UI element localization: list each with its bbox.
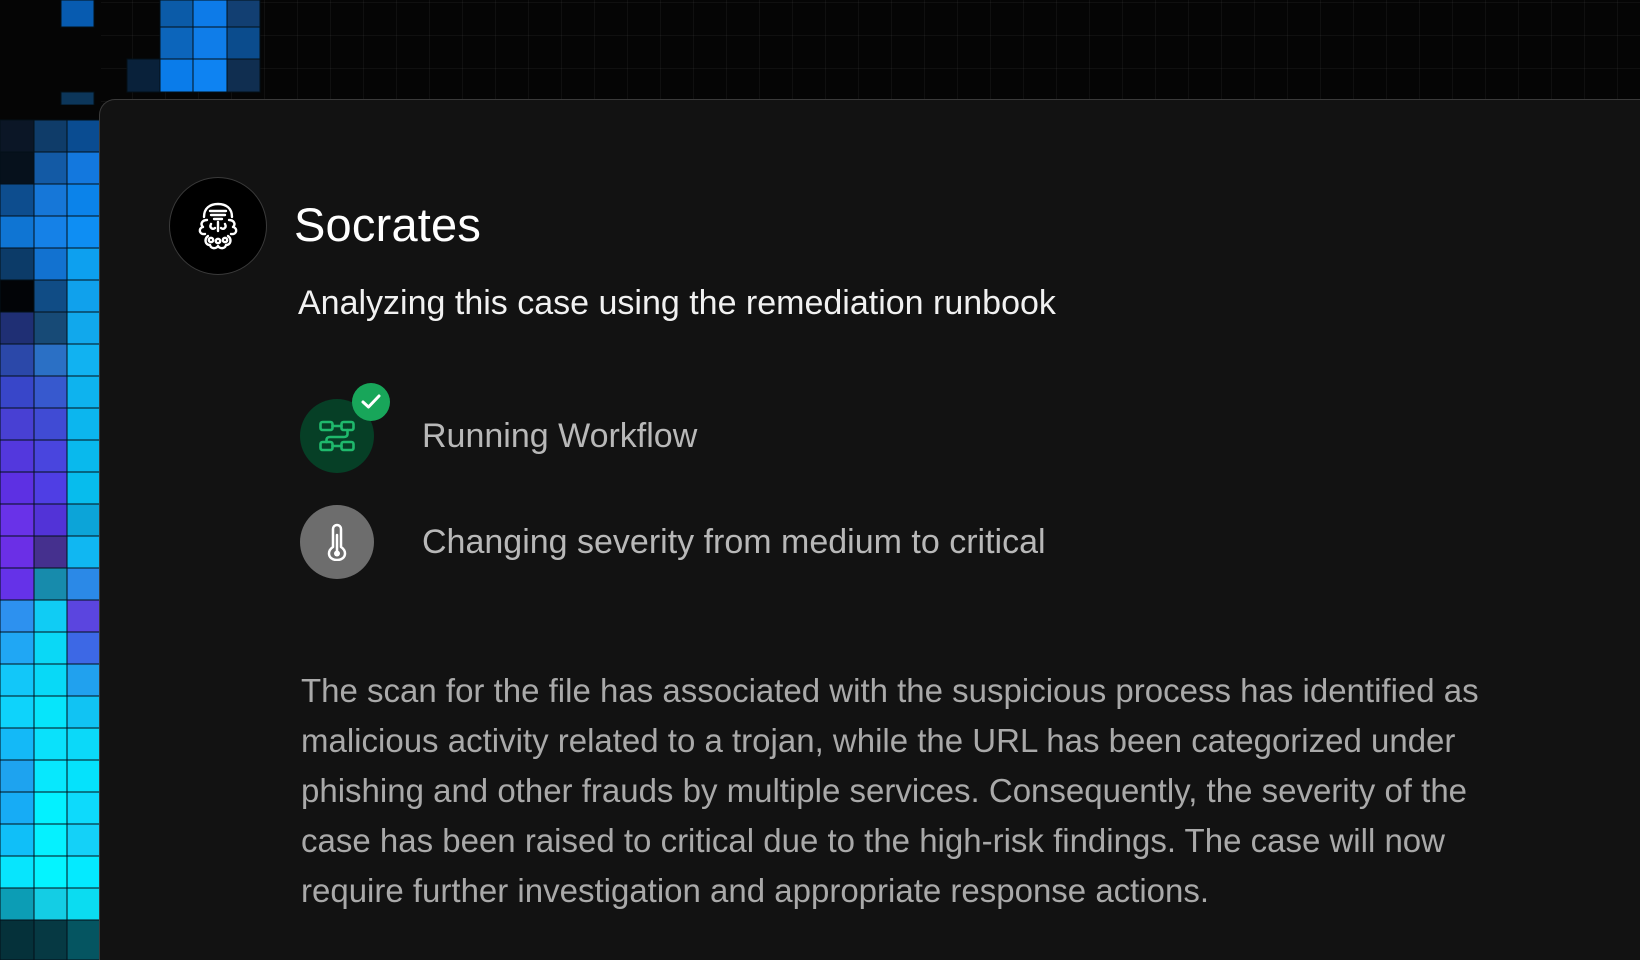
agent-status-message: Analyzing this case using the remediatio… <box>298 284 1056 322</box>
completed-badge <box>352 383 390 421</box>
workflow-step-icon-container <box>300 383 390 473</box>
agent-avatar <box>169 177 267 275</box>
philosopher-bust-icon <box>198 202 238 250</box>
workflow-icon <box>319 420 355 452</box>
pixel-gradient-left-decoration <box>0 0 101 960</box>
agent-response-card: Socrates Analyzing this case using the r… <box>99 99 1640 960</box>
agent-name: Socrates <box>294 198 482 251</box>
check-icon <box>361 394 381 409</box>
ai-agent-screen: Socrates Analyzing this case using the r… <box>0 0 1640 960</box>
thermometer-icon <box>327 523 347 561</box>
workflow-step: Running Workflow <box>300 383 698 473</box>
severity-step-icon-container <box>300 505 374 579</box>
pixel-gradient-top-decoration <box>60 0 261 105</box>
severity-change-step: Changing severity from medium to critica… <box>300 505 1046 579</box>
severity-step-label: Changing severity from medium to critica… <box>422 523 1046 561</box>
analysis-summary: The scan for the file has associated wit… <box>301 672 1479 909</box>
workflow-step-label: Running Workflow <box>422 417 698 455</box>
